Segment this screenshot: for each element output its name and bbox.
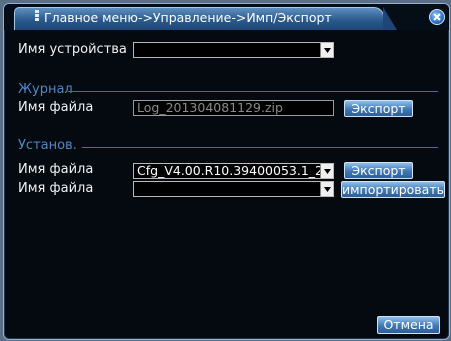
settings-export-file-label: Имя файла — [18, 162, 94, 177]
chevron-down-icon — [323, 168, 331, 174]
settings-import-file-select[interactable] — [133, 181, 334, 197]
device-name-select[interactable] — [133, 42, 334, 58]
device-name-label: Имя устройства — [18, 42, 127, 57]
log-file-value: Log_201304081129.zip — [137, 100, 283, 115]
title-bar: Главное меню->Управление->Имп/Экспорт — [4, 4, 449, 30]
device-dropdown-button[interactable] — [320, 43, 333, 57]
close-icon — [433, 13, 441, 21]
chevron-down-icon — [323, 47, 331, 53]
settings-import-button[interactable]: импортировать — [341, 181, 445, 198]
settings-export-file-value: Cfg_V4.00.R10.39400053.1_2 — [137, 163, 323, 178]
log-export-button[interactable]: Экспорт — [344, 100, 413, 117]
settings-import-dropdown-button[interactable] — [320, 182, 333, 196]
settings-section-divider — [82, 147, 438, 148]
chevron-down-icon — [323, 186, 331, 192]
log-file-field: Log_201304081129.zip — [133, 100, 334, 116]
close-button[interactable] — [429, 9, 445, 25]
import-export-dialog: Главное меню->Управление->Имп/Экспорт Им… — [3, 3, 450, 340]
settings-export-button[interactable]: Экспорт — [344, 162, 413, 179]
window-title: Главное меню->Управление->Имп/Экспорт — [44, 10, 332, 25]
log-section-divider — [68, 91, 438, 92]
settings-export-dropdown-button[interactable] — [320, 164, 333, 178]
settings-section-title: Установ. — [18, 138, 77, 153]
menu-icon — [35, 10, 39, 21]
log-section-title: Журнал — [18, 82, 73, 97]
cancel-button[interactable]: Отмена — [377, 316, 440, 334]
settings-export-file-select[interactable]: Cfg_V4.00.R10.39400053.1_2 — [133, 163, 334, 179]
settings-import-file-label: Имя файла — [18, 181, 94, 196]
log-file-label: Имя файла — [18, 100, 94, 115]
